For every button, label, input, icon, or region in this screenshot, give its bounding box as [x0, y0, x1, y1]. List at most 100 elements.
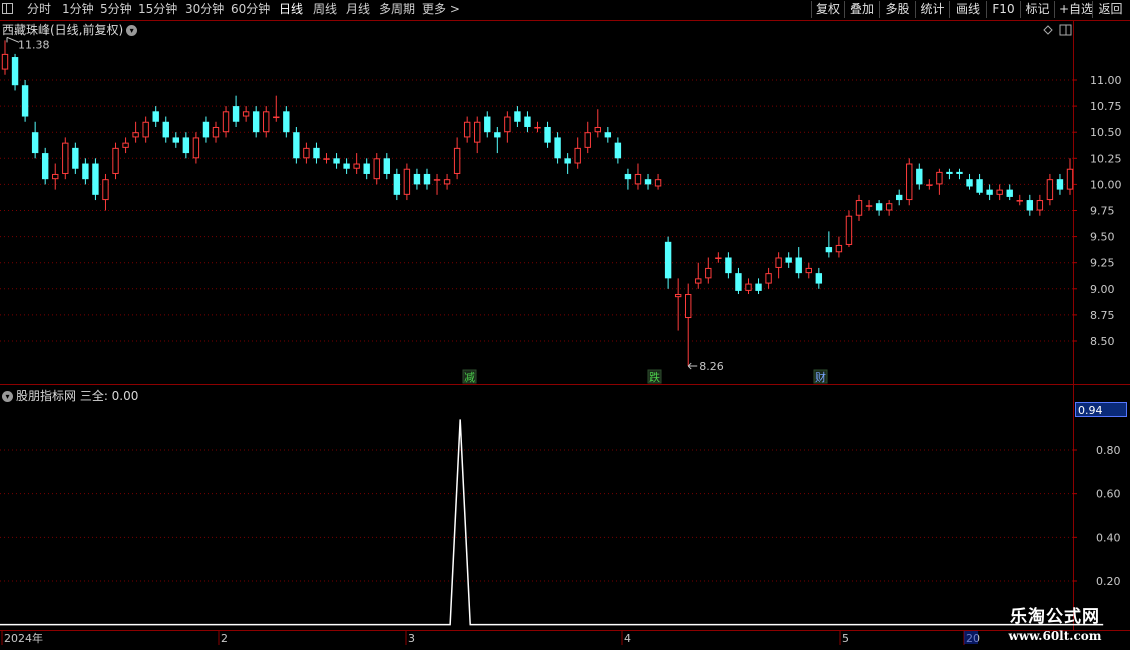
candle [604, 126, 612, 143]
candle-body [52, 173, 59, 180]
candle [41, 147, 49, 185]
candle-body [303, 147, 310, 159]
candle-body [956, 171, 963, 174]
candle [82, 158, 89, 185]
candle [644, 173, 652, 190]
low-price-label: 8.26 [699, 360, 724, 373]
candle [654, 173, 662, 190]
candle-body [343, 163, 350, 169]
candle-body [916, 168, 923, 185]
x-axis-label: 2 [221, 632, 228, 645]
candle-body [313, 147, 320, 159]
chart-canvas[interactable]: 11.00 10.75 10.50 10.25 10.00 9.75 9.50 9.25 9.0… [0, 0, 1130, 650]
candle-body [41, 153, 49, 180]
candle-body [283, 111, 290, 133]
candle-body [82, 163, 89, 180]
candle [353, 153, 360, 174]
candle-body [403, 168, 411, 195]
candle-body [544, 126, 551, 143]
candle-body [1006, 189, 1013, 197]
candle-body [564, 158, 571, 164]
candle-body [363, 163, 370, 174]
candle-body [1046, 179, 1054, 201]
candle [393, 168, 401, 201]
price-tick-label: 10.00 [1090, 178, 1122, 191]
price-tick-label: 8.75 [1090, 309, 1115, 322]
candle-body [895, 194, 903, 201]
candle [232, 95, 240, 127]
candle [1006, 184, 1013, 201]
candle [102, 173, 109, 211]
candle [926, 179, 933, 190]
candle-body [534, 126, 541, 129]
candle-body [162, 121, 169, 138]
candle [423, 168, 431, 190]
candle [403, 163, 411, 201]
event-badge: 跌 [647, 369, 662, 384]
candle-body [232, 106, 240, 122]
candle-body [745, 283, 752, 291]
candle-body [252, 111, 260, 133]
candle-body [875, 203, 883, 211]
candle-body [423, 173, 431, 185]
price-tick-label: 10.25 [1090, 152, 1122, 165]
candle-body [865, 205, 873, 207]
candle [31, 121, 39, 159]
candle [313, 142, 320, 164]
candle [865, 200, 873, 211]
candle-body [574, 147, 581, 164]
candle [433, 173, 441, 195]
candle-body [514, 111, 521, 122]
candle-body [242, 111, 250, 117]
candle [192, 132, 200, 164]
candle-body [263, 111, 270, 133]
candle [1066, 158, 1074, 195]
candle [182, 132, 190, 159]
candle-body [644, 179, 652, 185]
indicator-tick-label: 0.20 [1096, 575, 1121, 588]
candle-body [31, 132, 39, 154]
x-axis-label: 3 [408, 632, 415, 645]
candle [1046, 173, 1054, 206]
candle [283, 106, 290, 138]
site-watermark: 乐淘公式网 www.60lt.com [985, 606, 1125, 650]
candle-body [1056, 179, 1064, 190]
price-tick-label: 9.50 [1090, 231, 1115, 244]
candle-body [142, 121, 149, 138]
candle [835, 236, 843, 258]
candle [986, 184, 993, 201]
candle [212, 121, 220, 143]
candle [875, 200, 883, 216]
candle-body [494, 132, 501, 138]
low-marker-arrow [687, 362, 698, 370]
candle [52, 163, 59, 190]
candle [524, 111, 531, 133]
candle [966, 173, 973, 190]
price-tick-label: 9.75 [1090, 205, 1115, 218]
x-axis-label: 5 [842, 632, 849, 645]
candle [11, 53, 19, 91]
candle-body [976, 179, 983, 193]
candle-body [524, 116, 531, 127]
candle [745, 278, 752, 295]
candle [685, 283, 692, 367]
candle [634, 163, 642, 190]
candle-body [715, 257, 722, 259]
candle-body [1026, 200, 1034, 211]
candle [252, 106, 260, 138]
candle-body [594, 126, 601, 133]
price-tick-label: 9.25 [1090, 257, 1115, 270]
candle [162, 116, 169, 143]
indicator-line [0, 419, 1104, 626]
candle [715, 252, 722, 263]
candle-body [333, 158, 340, 164]
candle [845, 210, 853, 248]
candle-body [202, 121, 210, 138]
candle-body [604, 132, 612, 138]
candle [996, 184, 1003, 201]
candle [363, 158, 370, 180]
candle [333, 153, 340, 169]
candle-body [353, 163, 360, 169]
candle-body [986, 189, 993, 195]
candle-body [192, 137, 200, 159]
